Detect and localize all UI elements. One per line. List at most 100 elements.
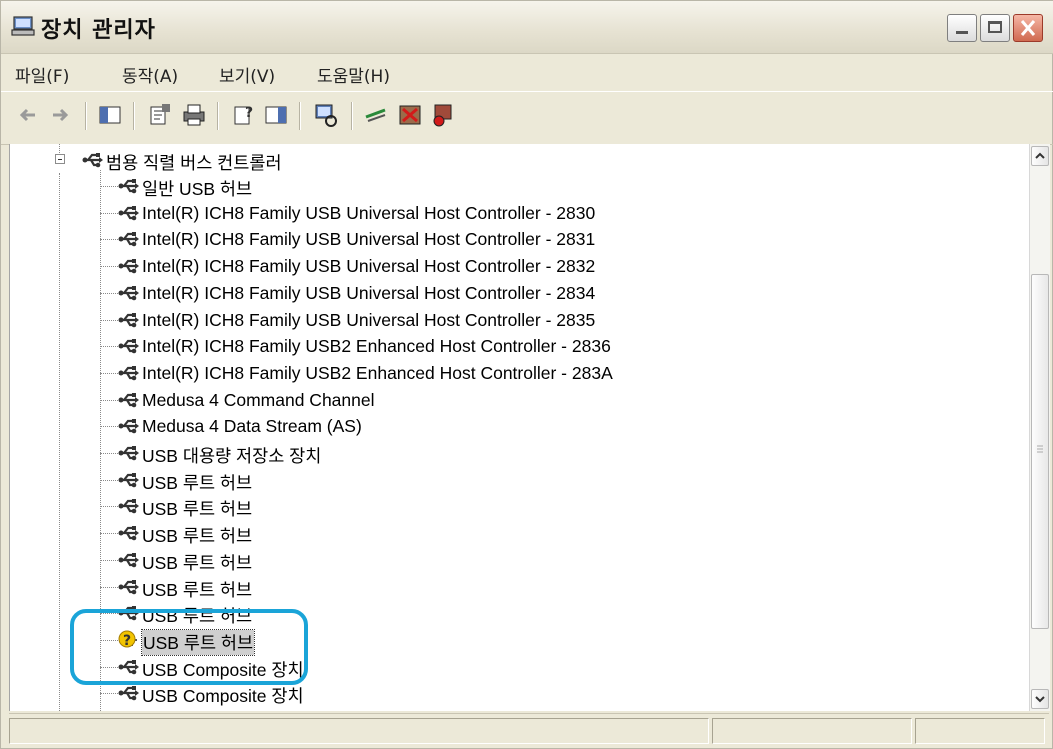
usb-icon (82, 153, 103, 168)
menu-bar: 파일(F) 동작(A) 보기(V) 도움말(H) (1, 53, 1053, 92)
console-icon[interactable] (263, 102, 289, 128)
toolbar-separator (299, 102, 301, 130)
tree-item-label: USB 루트 허브 (142, 553, 253, 573)
toolbar-separator (217, 102, 219, 130)
usb-icon (118, 366, 139, 381)
tree-category-label: 범용 직렬 버스 컨트롤러 (106, 153, 282, 173)
tree-item-label: USB 루트 허브 (142, 580, 253, 600)
close-icon (1020, 20, 1036, 36)
properties-icon[interactable] (147, 102, 173, 128)
usb-icon (118, 179, 139, 194)
tree-connector (100, 560, 118, 561)
toolbar-separator (133, 102, 135, 130)
tree-connector (100, 266, 118, 267)
tree-item-label: USB 루트 허브 (142, 499, 253, 519)
device-manager-window: 장치 관리자 파일(F) 동작(A) 보기(V) 도움말(H) ? 범용 직렬 … (0, 0, 1053, 749)
window-title: 장치 관리자 (41, 18, 156, 43)
tree-connector (100, 400, 118, 401)
tree-item-label: USB 루트 허브 (142, 526, 253, 546)
status-bar (9, 713, 1049, 747)
maximize-icon (988, 21, 1002, 33)
menu-file[interactable]: 파일(F) (15, 62, 69, 87)
tree-item-label: Intel(R) ICH8 Family USB Universal Host … (142, 283, 596, 303)
usb-icon (118, 446, 139, 461)
menu-action[interactable]: 동작(A) (122, 62, 178, 87)
usb-icon (118, 286, 139, 301)
usb-icon (118, 259, 139, 274)
tree-item-label: Medusa 4 Command Channel (142, 390, 375, 410)
usb-icon (118, 473, 139, 488)
tree-item-label: USB Composite 장치 (142, 686, 304, 706)
status-cell (915, 718, 1045, 744)
usb-icon (118, 499, 139, 514)
toolbar-separator (85, 102, 87, 130)
status-cell (712, 718, 912, 744)
tree-connector (100, 293, 118, 294)
maximize-button[interactable] (980, 14, 1010, 42)
minimize-icon (956, 31, 968, 34)
status-cell (9, 718, 709, 744)
help-icon[interactable]: ? (231, 102, 257, 128)
usb-icon (118, 313, 139, 328)
usb-icon (118, 606, 139, 621)
vertical-scrollbar[interactable] (1029, 144, 1050, 711)
tree-item-label: USB 루트 허브 (140, 629, 256, 656)
tree-guide (59, 144, 60, 153)
tree-guide (100, 170, 101, 711)
tree-connector (100, 480, 118, 481)
tree-connector (100, 320, 118, 321)
update-driver-icon[interactable] (363, 102, 389, 128)
warning-question-icon: ? (118, 630, 137, 649)
chevron-up-icon (1035, 152, 1045, 159)
tree-item-label: Intel(R) ICH8 Family USB Universal Host … (142, 256, 596, 276)
collapse-expander[interactable] (55, 154, 65, 164)
scroll-down-button[interactable] (1031, 689, 1049, 709)
usb-icon (118, 419, 139, 434)
tree-connector (100, 506, 118, 507)
tree-connector (100, 346, 118, 347)
scroll-thumb[interactable] (1031, 274, 1049, 629)
title-bar[interactable]: 장치 관리자 (1, 1, 1053, 54)
grip-icon (1037, 445, 1043, 453)
tree-item-label: Intel(R) ICH8 Family USB2 Enhanced Host … (142, 363, 613, 383)
svg-text:?: ? (123, 633, 131, 649)
tree-guide (59, 173, 60, 711)
svg-text:?: ? (245, 105, 253, 121)
print-icon[interactable] (181, 102, 207, 128)
forward-icon[interactable] (47, 102, 73, 128)
tree-item-label: USB 대용량 저장소 장치 (142, 446, 322, 466)
tree-item-label: USB Composite 장치 (142, 660, 304, 680)
menu-view[interactable]: 보기(V) (219, 62, 275, 87)
tree-connector (100, 613, 118, 614)
tree-connector (100, 693, 118, 694)
tree-item-label: Intel(R) ICH8 Family USB Universal Host … (142, 229, 596, 249)
tree-item-label: Intel(R) ICH8 Family USB2 Enhanced Host … (142, 336, 611, 356)
minimize-button[interactable] (947, 14, 977, 42)
tree-connector (100, 426, 118, 427)
close-button[interactable] (1013, 14, 1043, 42)
show-hide-tree-icon[interactable] (97, 102, 123, 128)
tree-item-label: 일반 USB 허브 (142, 179, 253, 199)
computer-icon (11, 16, 35, 36)
tree-connector (100, 587, 118, 588)
tree-item-label: Intel(R) ICH8 Family USB Universal Host … (142, 310, 596, 330)
menu-help[interactable]: 도움말(H) (317, 62, 390, 87)
usb-icon (118, 709, 140, 711)
usb-icon (118, 206, 139, 221)
tree-connector (100, 186, 118, 187)
device-tree[interactable]: 범용 직렬 버스 컨트롤러 일반 USB 허브 Intel(R) ICH8 Fam… (9, 144, 1030, 711)
usb-icon (118, 660, 139, 675)
disable-icon[interactable] (429, 102, 455, 128)
scan-hardware-icon[interactable] (313, 102, 339, 128)
uninstall-icon[interactable] (397, 102, 423, 128)
back-icon[interactable] (15, 102, 41, 128)
tree-connector (100, 667, 118, 668)
usb-icon (118, 526, 139, 541)
tree-connector (100, 533, 118, 534)
usb-icon (118, 393, 139, 408)
usb-icon (118, 686, 139, 701)
tree-connector (100, 453, 118, 454)
tree-item-label: Medusa 4 Data Stream (AS) (142, 416, 362, 436)
scroll-up-button[interactable] (1031, 146, 1049, 166)
tree-connector (100, 213, 118, 214)
